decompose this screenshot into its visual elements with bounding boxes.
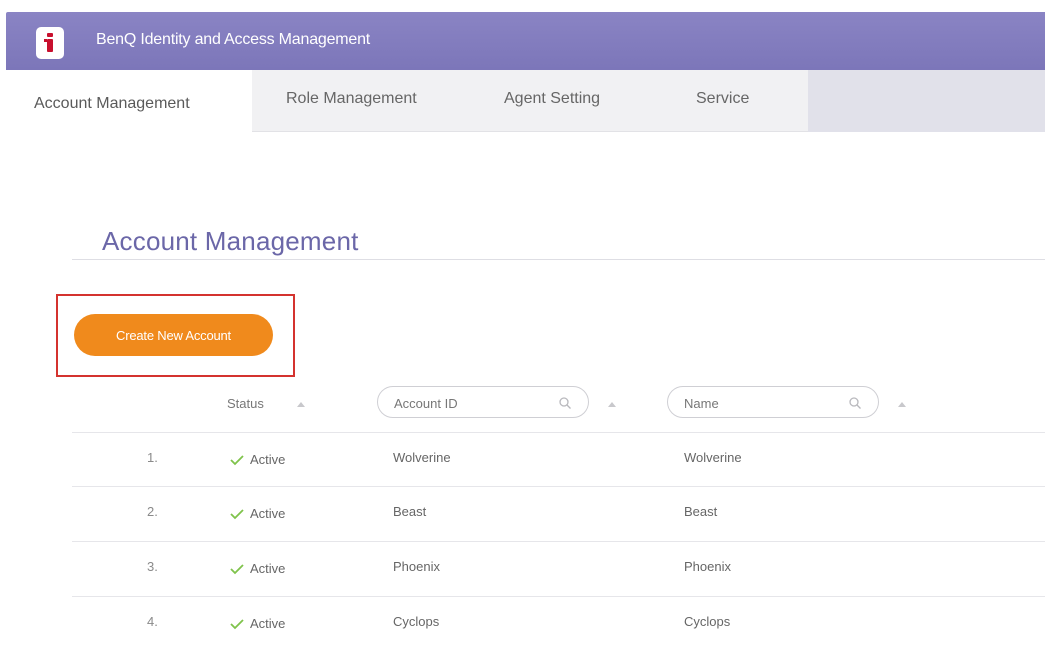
name-search-field[interactable] [667,386,879,418]
row-divider [72,596,1045,597]
title-divider [72,259,1045,260]
check-icon [230,455,244,466]
name-cell: Cyclops [684,614,731,629]
create-new-account-button[interactable]: Create New Account [74,314,273,356]
tab-agent-setting[interactable]: Agent Setting [504,70,600,132]
name-cell: Phoenix [684,559,731,574]
account-id-search-input[interactable] [394,394,534,412]
status-badge: Active [250,616,286,631]
tab-role-management[interactable]: Role Management [286,70,417,132]
search-icon[interactable] [558,396,572,410]
tab-bar-filler [808,70,1045,132]
row-index: 4. [147,614,158,629]
sort-up-icon[interactable] [608,402,616,407]
row-index: 2. [147,504,158,519]
name-search-input[interactable] [684,394,824,412]
status-badge: Active [250,452,286,467]
row-index: 3. [147,559,158,574]
account-id-cell: Cyclops [393,614,440,629]
main-tabs: Account Management Role Management Agent… [6,70,1045,132]
status-column-header[interactable]: Status [227,396,264,411]
account-id-cell: Phoenix [393,559,440,574]
benq-logo-icon [36,27,64,59]
check-icon [230,564,244,575]
tab-account-management[interactable]: Account Management [6,70,252,132]
sort-up-icon[interactable] [898,402,906,407]
name-cell: Wolverine [684,450,742,465]
app-header: BenQ Identity and Access Management [6,12,1045,70]
check-icon [230,619,244,630]
account-id-cell: Wolverine [393,450,451,465]
page-title: Account Management [102,226,359,256]
account-id-cell: Beast [393,504,427,519]
search-icon[interactable] [848,396,862,410]
app-title: BenQ Identity and Access Management [96,31,371,48]
sort-up-icon[interactable] [297,402,305,407]
status-badge: Active [250,506,286,521]
row-divider [72,486,1045,487]
account-id-search-field[interactable] [377,386,589,418]
row-divider [72,432,1045,433]
check-icon [230,509,244,520]
tab-service[interactable]: Service [696,70,749,132]
row-index: 1. [147,450,158,465]
row-divider [72,541,1045,542]
status-badge: Active [250,561,286,576]
name-cell: Beast [684,504,718,519]
